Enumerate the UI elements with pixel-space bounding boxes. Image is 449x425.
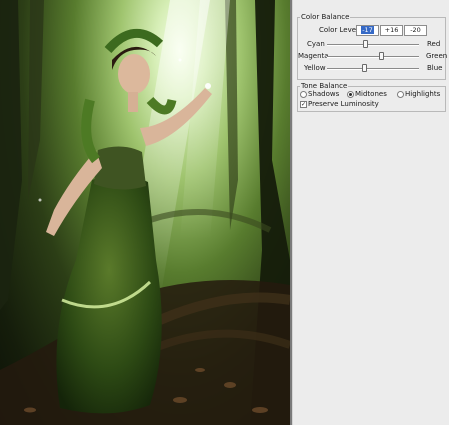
yellow-blue-slider-thumb[interactable] <box>362 64 367 72</box>
midtones-radio[interactable] <box>347 91 354 98</box>
red-label: Red <box>427 40 441 48</box>
cyan-red-slider[interactable] <box>327 44 419 46</box>
color-level-2-input[interactable]: +16 <box>380 25 403 36</box>
highlights-label: Highlights <box>405 90 441 98</box>
preserve-luminosity-label: Preserve Luminosity <box>308 100 379 108</box>
blue-label: Blue <box>427 64 443 72</box>
magenta-green-slider-thumb[interactable] <box>379 52 384 60</box>
green-label: Green <box>426 52 448 60</box>
preserve-luminosity-checkbox[interactable]: ✓ <box>300 101 307 108</box>
color-level-1-value: -17 <box>361 26 374 34</box>
color-balance-panel: Color Balance Color Levels: -17 +16 -20 … <box>292 0 449 425</box>
forest-fairy-photo-icon <box>0 0 290 425</box>
color-balance-title: Color Balance <box>300 13 351 22</box>
yellow-blue-slider[interactable] <box>327 68 419 70</box>
color-level-1-input[interactable]: -17 <box>356 25 379 36</box>
shadows-radio[interactable] <box>300 91 307 98</box>
highlights-radio[interactable] <box>397 91 404 98</box>
color-level-3-input[interactable]: -20 <box>404 25 427 36</box>
cyan-label: Cyan <box>307 40 325 48</box>
shadows-label: Shadows <box>308 90 340 98</box>
magenta-green-slider[interactable] <box>327 56 419 58</box>
image-canvas <box>0 0 290 425</box>
yellow-label: Yellow <box>304 64 326 72</box>
magenta-label: Magenta <box>298 52 329 60</box>
midtones-label: Midtones <box>355 90 387 98</box>
cyan-red-slider-thumb[interactable] <box>363 40 368 48</box>
